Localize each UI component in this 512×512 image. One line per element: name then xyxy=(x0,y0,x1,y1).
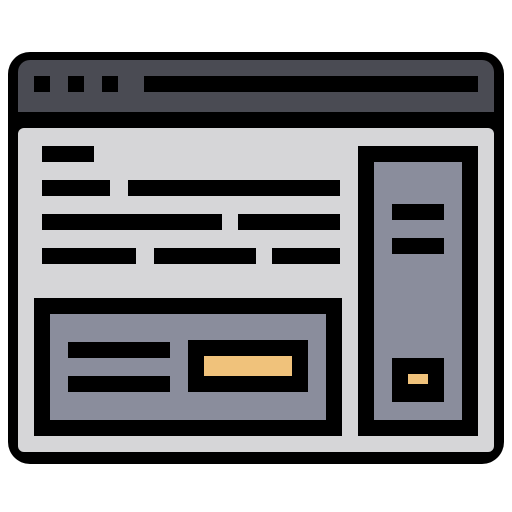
sidebar-text-line-1 xyxy=(392,204,444,220)
text-line-3c xyxy=(272,248,340,264)
sidebar-button-fill xyxy=(408,374,428,384)
text-line-heading xyxy=(42,146,94,162)
browser-window-layout-icon xyxy=(0,0,512,512)
text-line-2b xyxy=(238,214,340,230)
address-bar xyxy=(144,76,478,92)
text-line-3b xyxy=(154,248,256,264)
window-control-dot-1 xyxy=(34,76,50,92)
text-line-2a xyxy=(42,214,222,230)
icon-svg xyxy=(8,52,504,464)
text-line-1a xyxy=(42,180,110,196)
window-control-dot-3 xyxy=(102,76,118,92)
text-line-1b xyxy=(128,180,340,196)
panel-text-line-1 xyxy=(68,342,170,358)
sidebar-text-line-2 xyxy=(392,238,444,254)
panel-text-line-2 xyxy=(68,376,170,392)
title-bar-bottom-fill xyxy=(18,92,494,112)
panel-button-fill xyxy=(204,356,292,376)
title-bar-divider xyxy=(18,112,494,128)
text-line-3a xyxy=(42,248,136,264)
window-control-dot-2 xyxy=(68,76,84,92)
